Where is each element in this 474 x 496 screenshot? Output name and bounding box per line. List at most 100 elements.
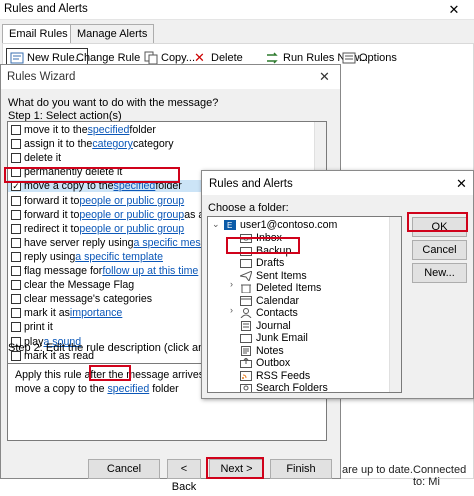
tree-folder-item[interactable]: Calendar: [240, 295, 299, 307]
action-checkbox[interactable]: [11, 167, 21, 178]
action-checkbox[interactable]: ✓: [11, 181, 21, 192]
tree-scrollbar[interactable]: [389, 217, 401, 392]
action-text: have server reply using: [24, 236, 134, 249]
next-button[interactable]: Next >: [209, 459, 264, 479]
description-text-pre: move a copy to the: [15, 383, 108, 395]
action-checkbox[interactable]: [11, 266, 21, 276]
tree-folder-item[interactable]: Junk Email: [240, 332, 308, 344]
action-text: reply using: [24, 250, 76, 263]
action-link[interactable]: specified: [88, 124, 130, 136]
action-text-post: folder: [155, 180, 182, 193]
tree-folder-item[interactable]: Backup: [240, 245, 291, 257]
folder-label: Outbox: [256, 357, 291, 369]
options-label: Options: [359, 52, 397, 64]
tree-folder-item[interactable]: Sent Items: [238, 269, 307, 282]
tree-folder-item[interactable]: Search Folders: [240, 382, 328, 393]
delete-icon: ✕: [194, 50, 205, 65]
action-text: flag message for: [24, 265, 103, 277]
folder-label: Contacts: [256, 307, 298, 319]
ok-button[interactable]: OK: [412, 217, 467, 237]
title-bar: Rules and Alerts ✕: [0, 0, 474, 20]
expand-icon[interactable]: ›: [230, 305, 233, 315]
specified-folder-link[interactable]: specified: [107, 383, 149, 395]
action-checkbox[interactable]: [11, 125, 21, 135]
folder-label: Sent Items: [256, 269, 307, 282]
action-checkbox[interactable]: [11, 322, 21, 333]
tree-folder-item[interactable]: Journal: [240, 320, 291, 332]
action-checkbox[interactable]: [11, 237, 21, 248]
tree-folder-item[interactable]: Notes: [240, 345, 284, 357]
action-checkbox[interactable]: [11, 280, 21, 291]
journal-icon: [240, 320, 252, 331]
tree-folder-item[interactable]: Drafts: [240, 257, 284, 269]
run-rules-icon: [266, 51, 280, 65]
action-link[interactable]: importance: [70, 307, 122, 319]
folder-icon: [240, 246, 252, 256]
action-text: permanently delete it: [24, 166, 123, 179]
folder-label: Junk Email: [256, 332, 308, 344]
tree-folder-item[interactable]: Contacts: [240, 307, 298, 319]
action-item[interactable]: delete it: [8, 152, 308, 164]
tree-folder-item[interactable]: Deleted Items: [240, 282, 321, 294]
action-checkbox[interactable]: [11, 308, 21, 319]
options-button[interactable]: Options: [342, 48, 397, 68]
svg-text:E: E: [227, 221, 232, 230]
action-link[interactable]: people or public group: [79, 209, 184, 221]
action-link[interactable]: people or public group: [79, 195, 184, 207]
folder-label: Notes: [256, 344, 284, 357]
folder-cancel-button[interactable]: Cancel: [412, 240, 467, 260]
wizard-title-bar: Rules Wizard ✕: [1, 65, 340, 89]
action-link[interactable]: people or public group: [79, 223, 184, 235]
folder-dialog-title-bar: Rules and Alerts ✕: [202, 171, 473, 195]
close-icon[interactable]: ✕: [456, 176, 467, 192]
new-folder-button[interactable]: New...: [412, 263, 467, 283]
copy-icon: [144, 51, 158, 65]
tab-email-rules[interactable]: Email Rules: [2, 24, 75, 44]
action-link[interactable]: specified: [114, 180, 156, 192]
collapse-icon[interactable]: ⌄: [212, 219, 220, 230]
action-text: move a copy to the: [24, 180, 114, 193]
tree-folder-item[interactable]: Outbox: [240, 357, 290, 369]
status-connected: Connected to: Mi: [413, 464, 467, 488]
expand-icon[interactable]: ›: [230, 279, 233, 289]
folder-label: Search Folders: [256, 382, 328, 393]
close-icon[interactable]: ✕: [434, 0, 474, 20]
action-item[interactable]: assign it to the category category: [8, 138, 308, 150]
action-text: redirect it to: [24, 222, 80, 235]
action-link[interactable]: category: [92, 138, 133, 150]
cancel-button[interactable]: Cancel: [88, 459, 160, 479]
action-checkbox[interactable]: [11, 209, 21, 220]
action-checkbox[interactable]: [11, 294, 21, 305]
inbox-icon: [240, 233, 252, 243]
action-text: move it to the: [24, 124, 88, 136]
action-text: delete it: [24, 152, 62, 165]
close-icon[interactable]: ✕: [319, 69, 330, 85]
rss-icon: [240, 370, 252, 381]
action-text: clear the Message Flag: [24, 279, 135, 292]
choose-folder-dialog: Rules and Alerts ✕ Choose a folder: ⌄ E …: [201, 170, 474, 399]
folder-dialog-title: Rules and Alerts: [209, 178, 293, 190]
action-link[interactable]: a specific template: [75, 251, 163, 263]
action-checkbox[interactable]: [11, 153, 21, 164]
action-checkbox[interactable]: [11, 139, 21, 150]
action-checkbox[interactable]: [11, 195, 21, 206]
tree-account[interactable]: E user1@contoso.com: [224, 219, 337, 231]
tab-manage-alerts[interactable]: Manage Alerts: [70, 24, 155, 44]
back-button[interactable]: < Back: [167, 459, 201, 493]
notes-icon: [240, 345, 252, 356]
tree-folder-item[interactable]: Inbox: [240, 232, 282, 244]
folder-label: Deleted Items: [256, 282, 322, 294]
action-checkbox[interactable]: [11, 223, 21, 234]
new-rule-icon: [10, 51, 24, 65]
action-checkbox[interactable]: [11, 251, 21, 262]
folder-tree[interactable]: ⌄ E user1@contoso.com Inbox Backup Drafts S…: [207, 216, 402, 393]
drafts-icon: [240, 258, 252, 268]
folder-label: Inbox: [256, 232, 282, 244]
folder-label: RSS Feeds: [256, 369, 311, 382]
action-link[interactable]: follow up at this time: [102, 265, 198, 277]
action-item[interactable]: move it to the specified folder: [8, 124, 308, 136]
change-rule-label: Change Rule: [76, 52, 141, 64]
tree-folder-item[interactable]: RSS Feeds: [240, 370, 310, 382]
finish-button[interactable]: Finish: [270, 459, 332, 479]
action-text-post: folder: [129, 124, 156, 136]
